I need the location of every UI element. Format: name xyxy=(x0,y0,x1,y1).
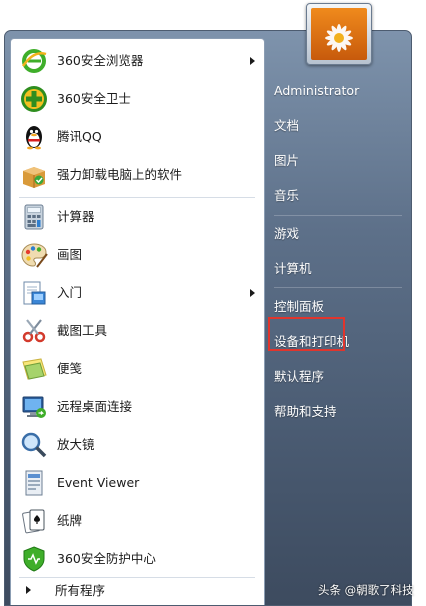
submenu-arrow-icon[interactable] xyxy=(250,289,255,297)
program-label: 计算器 xyxy=(57,209,95,224)
program-item-uninstaller[interactable]: 强力卸载电脑上的软件 xyxy=(11,157,264,193)
qq-penguin-icon xyxy=(19,122,49,152)
pictures-link[interactable]: 图片 xyxy=(268,147,299,175)
sticky-notes-icon xyxy=(19,354,49,384)
program-label: 入门 xyxy=(57,285,83,300)
snipping-tool-icon xyxy=(19,316,49,346)
program-label: 放大镜 xyxy=(57,437,95,452)
program-item-qq[interactable]: 腾讯QQ xyxy=(11,119,264,155)
program-item-getting-started[interactable]: 入门 xyxy=(11,275,264,311)
control-panel-highlight-box xyxy=(268,317,345,351)
ie-360-browser-icon xyxy=(19,46,49,76)
program-list-pane: 360安全浏览器 360安全卫士 腾讯QQ 强力卸载电脑上的软件 计算器 画图 … xyxy=(10,38,265,605)
program-label: 360安全卫士 xyxy=(57,91,131,106)
music-link[interactable]: 音乐 xyxy=(268,182,299,210)
program-item-sticky-notes[interactable]: 便笺 xyxy=(11,351,264,387)
user-picture[interactable] xyxy=(306,3,372,65)
magnifier-icon xyxy=(19,430,49,460)
expand-arrow-icon xyxy=(26,586,31,594)
default-programs-link[interactable]: 默认程序 xyxy=(268,363,324,391)
360-safeguard-icon xyxy=(19,84,49,114)
documents-link[interactable]: 文档 xyxy=(268,112,299,140)
event-viewer-icon xyxy=(19,468,49,498)
program-item-solitaire[interactable]: 纸牌 xyxy=(11,503,264,539)
separator xyxy=(274,215,402,216)
calculator-icon xyxy=(19,202,49,232)
remote-desktop-icon xyxy=(19,392,49,422)
all-programs-button[interactable]: 所有程序 xyxy=(11,577,264,605)
computer-link[interactable]: 计算机 xyxy=(268,255,312,283)
program-item-snipping-tool[interactable]: 截图工具 xyxy=(11,313,264,349)
program-label: 360安全防护中心 xyxy=(57,551,156,566)
program-label: Event Viewer xyxy=(57,475,140,490)
user-name-link[interactable]: Administrator xyxy=(268,77,359,105)
games-link[interactable]: 游戏 xyxy=(268,220,299,248)
start-menu: 360安全浏览器 360安全卫士 腾讯QQ 强力卸载电脑上的软件 计算器 画图 … xyxy=(4,30,412,606)
program-label: 画图 xyxy=(57,247,83,262)
program-label: 强力卸载电脑上的软件 xyxy=(57,167,183,182)
program-item-paint[interactable]: 画图 xyxy=(11,237,264,273)
uninstall-box-icon xyxy=(19,160,49,190)
all-programs-label: 所有程序 xyxy=(55,583,106,598)
watermark-text: 头条 @朝歌了科技 xyxy=(318,583,414,597)
separator xyxy=(19,197,255,198)
program-item-360-safeguard[interactable]: 360安全卫士 xyxy=(11,81,264,117)
program-item-360-browser[interactable]: 360安全浏览器 xyxy=(11,43,264,79)
program-item-calculator[interactable]: 计算器 xyxy=(11,199,264,235)
program-item-remote-desktop[interactable]: 远程桌面连接 xyxy=(11,389,264,425)
flower-user-picture-icon xyxy=(311,8,367,60)
getting-started-icon xyxy=(19,278,49,308)
program-item-360-protection-center[interactable]: 360安全防护中心 xyxy=(11,541,264,577)
paint-palette-icon xyxy=(19,240,49,270)
program-label: 远程桌面连接 xyxy=(57,399,133,414)
program-label: 截图工具 xyxy=(57,323,108,338)
submenu-arrow-icon[interactable] xyxy=(250,57,255,65)
solitaire-icon xyxy=(19,506,49,536)
program-label: 腾讯QQ xyxy=(57,129,102,144)
separator xyxy=(274,287,402,288)
program-label: 便笺 xyxy=(57,361,83,376)
program-label: 纸牌 xyxy=(57,513,83,528)
360-shield-icon xyxy=(19,544,49,574)
help-and-support-link[interactable]: 帮助和支持 xyxy=(268,398,337,426)
program-label: 360安全浏览器 xyxy=(57,53,144,68)
program-item-magnifier[interactable]: 放大镜 xyxy=(11,427,264,463)
program-item-event-viewer[interactable]: Event Viewer xyxy=(11,465,264,501)
